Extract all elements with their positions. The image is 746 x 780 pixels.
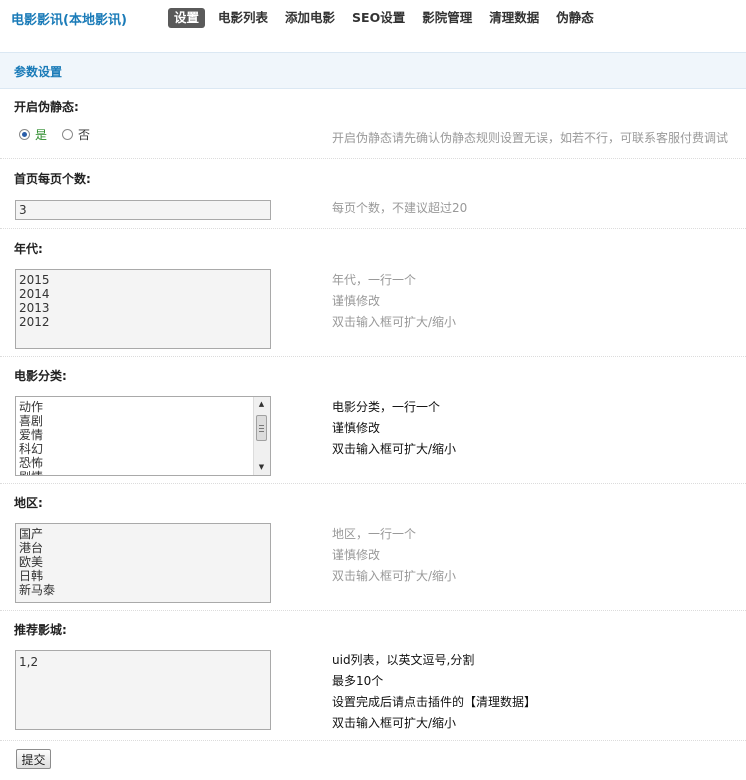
- divider: [0, 483, 746, 484]
- section-title: 参数设置: [14, 65, 63, 79]
- category-line: 动作: [19, 400, 44, 414]
- app-title[interactable]: 电影影讯(本地影讯): [11, 9, 127, 28]
- regions-help: 地区，一行一个 谨慎修改 双击输入框可扩大/缩小: [332, 524, 456, 587]
- recommend-help-line: 最多10个: [332, 674, 384, 688]
- region-line: 新马泰: [19, 583, 56, 597]
- per-page-label: 首页每页个数:: [14, 172, 91, 186]
- scroll-up-icon[interactable]: ▲: [254, 397, 269, 412]
- recommend-line: 1,2: [19, 655, 39, 669]
- years-help: 年代，一行一个 谨慎修改 双击输入框可扩大/缩小: [332, 270, 456, 333]
- categories-help-line: 电影分类，一行一个: [332, 400, 441, 414]
- per-page-input[interactable]: [15, 200, 271, 220]
- categories-help: 电影分类，一行一个 谨慎修改 双击输入框可扩大/缩小: [332, 397, 456, 460]
- tab-settings[interactable]: 设置: [168, 8, 206, 28]
- category-line: 爱情: [19, 428, 44, 442]
- pseudo-static-no-radio[interactable]: [62, 129, 74, 140]
- divider: [0, 158, 746, 159]
- grip-line: [259, 428, 264, 429]
- nav-tabs: 设置 电影列表 添加电影 SEO设置 影院管理 清理数据 伪静态: [168, 8, 607, 28]
- top-nav: 电影影讯(本地影讯) 设置 电影列表 添加电影 SEO设置 影院管理 清理数据 …: [0, 0, 746, 36]
- tab-clear-data[interactable]: 清理数据: [485, 8, 543, 28]
- category-line: 喜剧: [19, 414, 44, 428]
- category-line: 剧情: [19, 470, 43, 475]
- years-line: 2013: [19, 301, 50, 315]
- divider: [0, 228, 746, 229]
- tab-pseudo-static[interactable]: 伪静态: [552, 8, 598, 28]
- tab-cinema-management[interactable]: 影院管理: [418, 8, 476, 28]
- region-line: 日韩: [19, 569, 44, 583]
- categories-scrollbar[interactable]: ▲ ▼: [253, 397, 270, 475]
- pseudo-static-help: 开启伪静态请先确认伪静态规则设置无误，如若不行，可联系客服付费调试: [332, 131, 729, 145]
- recommend-help-line: uid列表，以英文逗号,分割: [332, 653, 475, 667]
- scroll-thumb[interactable]: [256, 415, 267, 441]
- category-line: 恐怖: [19, 456, 44, 470]
- years-help-line: 谨慎修改: [332, 294, 381, 308]
- years-line: 2012: [19, 315, 50, 329]
- pseudo-static-label: 开启伪静态:: [14, 100, 79, 114]
- region-line: 港台: [19, 541, 44, 555]
- regions-help-line: 谨慎修改: [332, 548, 381, 562]
- grip-line: [259, 431, 264, 432]
- scroll-down-icon[interactable]: ▼: [254, 460, 269, 475]
- categories-textarea[interactable]: 动作 喜剧 爱情 科幻 恐怖 剧情 ▲ ▼: [15, 396, 271, 476]
- recommend-textarea[interactable]: 1,2: [15, 650, 271, 730]
- recommend-help: uid列表，以英文逗号,分割 最多10个 设置完成后请点击插件的【清理数据】 双…: [332, 650, 536, 734]
- categories-help-line: 谨慎修改: [332, 421, 381, 435]
- pseudo-static-no-label[interactable]: 否: [78, 126, 90, 143]
- section-header: 参数设置: [0, 52, 746, 89]
- recommend-label: 推荐影城:: [14, 623, 67, 637]
- region-line: 欧美: [19, 555, 44, 569]
- grip-line: [259, 425, 264, 426]
- categories-items: 动作 喜剧 爱情 科幻 恐怖 剧情: [19, 400, 44, 475]
- years-help-line: 双击输入框可扩大/缩小: [332, 315, 457, 329]
- pseudo-static-radio-group: 是 否: [19, 126, 105, 143]
- years-help-line: 年代，一行一个: [332, 273, 417, 287]
- tab-movie-list[interactable]: 电影列表: [214, 8, 272, 28]
- regions-help-line: 地区，一行一个: [332, 527, 417, 541]
- divider: [0, 356, 746, 357]
- categories-help-line: 双击输入框可扩大/缩小: [332, 442, 457, 456]
- recommend-help-line: 设置完成后请点击插件的【清理数据】: [332, 695, 537, 709]
- pseudo-static-yes-radio[interactable]: [19, 129, 30, 140]
- regions-label: 地区:: [14, 496, 43, 510]
- tab-seo-settings[interactable]: SEO设置: [348, 8, 409, 28]
- divider: [0, 610, 746, 611]
- recommend-help-line: 双击输入框可扩大/缩小: [332, 716, 457, 730]
- per-page-help: 每页个数，不建议超过20: [332, 201, 468, 215]
- years-line: 2014: [19, 287, 50, 301]
- categories-label: 电影分类:: [14, 369, 67, 383]
- regions-help-line: 双击输入框可扩大/缩小: [332, 569, 457, 583]
- tab-add-movie[interactable]: 添加电影: [281, 8, 339, 28]
- submit-button[interactable]: 提交: [16, 749, 51, 769]
- region-line: 国产: [19, 527, 44, 541]
- category-line: 科幻: [19, 442, 44, 456]
- years-textarea[interactable]: 2015 2014 2013 2012: [15, 269, 271, 349]
- divider: [0, 740, 746, 741]
- years-line: 2015: [19, 273, 50, 287]
- pseudo-static-yes-label[interactable]: 是: [35, 126, 47, 143]
- years-label: 年代:: [14, 242, 43, 256]
- regions-textarea[interactable]: 国产 港台 欧美 日韩 新马泰: [15, 523, 271, 603]
